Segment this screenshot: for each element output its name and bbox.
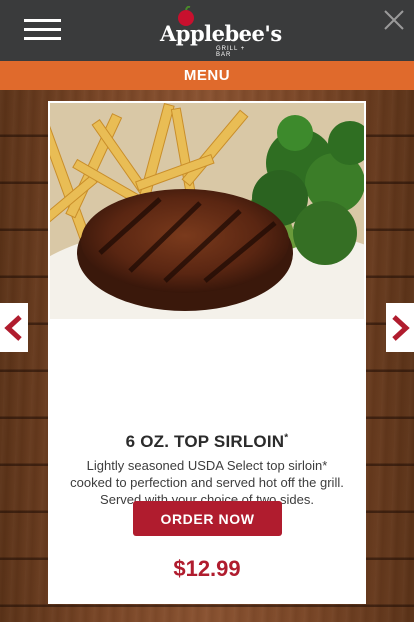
item-title: 6 OZ. TOP SIRLOIN* [48, 432, 366, 452]
item-title-mark: * [284, 432, 289, 444]
carousel-next-button[interactable] [386, 303, 414, 352]
top-header: Applebee's GRILL + BAR [0, 0, 414, 61]
hamburger-line [24, 37, 61, 40]
carousel-prev-button[interactable] [0, 303, 28, 352]
hamburger-menu-icon[interactable] [24, 19, 61, 41]
item-price: $12.99 [173, 556, 241, 581]
item-photo [50, 103, 364, 319]
logo-wordmark: Applebee's [160, 21, 282, 46]
chevron-right-icon [392, 315, 410, 341]
close-icon[interactable] [382, 8, 406, 32]
item-title-text: 6 OZ. TOP SIRLOIN [125, 432, 285, 451]
menu-title-bar: MENU [0, 61, 414, 90]
hamburger-line [24, 28, 61, 31]
applebees-logo[interactable]: Applebee's GRILL + BAR [160, 6, 282, 58]
logo-subtext: GRILL + BAR [216, 46, 246, 58]
chevron-left-icon [4, 315, 22, 341]
hamburger-line [24, 19, 61, 22]
order-now-button[interactable]: ORDER NOW [133, 501, 282, 536]
